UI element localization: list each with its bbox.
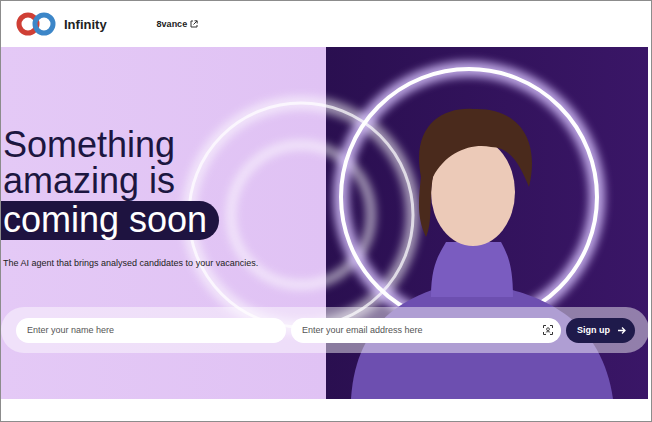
subtitle: The AI agent that brings analysed candid… — [1, 258, 258, 268]
email-field[interactable] — [291, 318, 561, 343]
email-input[interactable] — [302, 325, 543, 335]
link-label[interactable]: 8vance — [157, 19, 188, 29]
name-field[interactable] — [16, 318, 286, 343]
heading-line: Something — [1, 127, 175, 163]
brand-name[interactable]: Infinity — [64, 17, 107, 32]
hero: Something amazing is coming soon The AI … — [1, 47, 648, 399]
hero-content: Something amazing is coming soon The AI … — [1, 47, 648, 353]
page: Infinity 8vance Somet — [0, 0, 652, 422]
arrow-right-icon — [617, 326, 626, 335]
name-input[interactable] — [27, 325, 278, 335]
heading-line: amazing is — [1, 163, 175, 199]
header: Infinity 8vance — [1, 1, 651, 47]
logo-icon[interactable] — [16, 11, 58, 37]
scan-icon[interactable] — [543, 325, 553, 335]
signup-button[interactable]: Sign up — [566, 318, 635, 343]
signup-label[interactable]: Sign up — [577, 325, 610, 335]
signup-form: Sign up — [1, 307, 648, 353]
heading-highlight: coming soon — [1, 201, 219, 240]
external-link[interactable]: 8vance — [157, 19, 199, 29]
external-link-icon — [190, 20, 198, 28]
